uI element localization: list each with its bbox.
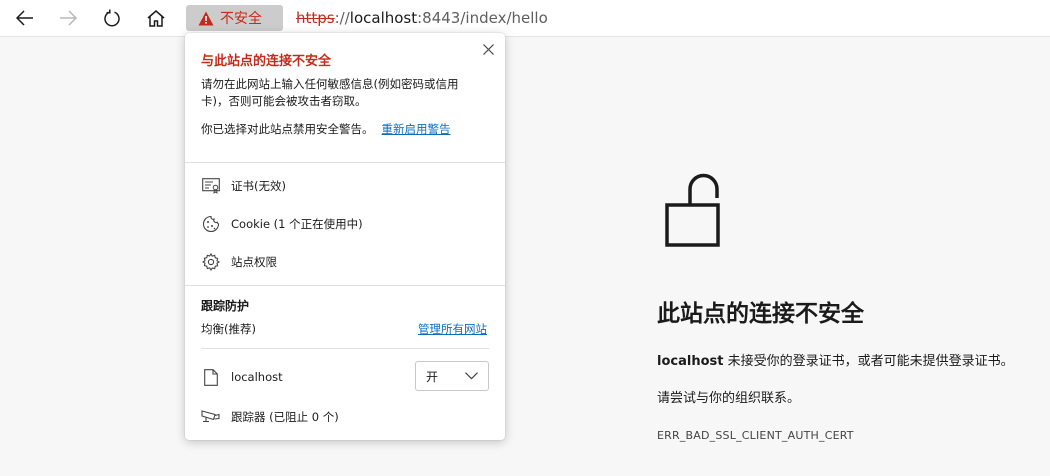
- error-message-text: 未接受你的登录证书，或者可能未提供登录证书。: [723, 354, 1014, 369]
- warning-icon: [198, 11, 214, 25]
- warnings-disabled-text: 你已选择对此站点禁用安全警告。: [201, 122, 374, 136]
- forward-button[interactable]: [53, 4, 83, 32]
- tracking-level: 均衡(推荐): [201, 322, 256, 336]
- certificate-icon: [201, 176, 221, 196]
- certificate-item[interactable]: 证书(无效): [201, 176, 286, 196]
- site-row: localhost: [201, 367, 283, 387]
- site-info-popup: 与此站点的连接不安全 请勿在此网站上输入任何敏感信息(例如密码或信用卡)，否则可…: [185, 33, 505, 440]
- divider: [201, 348, 489, 349]
- error-title: 此站点的连接不安全: [657, 301, 864, 327]
- certificate-label: 证书(无效): [231, 179, 286, 193]
- cookie-icon: [201, 214, 221, 234]
- tracker-camera-icon: [201, 407, 221, 427]
- gear-icon: [201, 252, 221, 272]
- warnings-disabled-note: 你已选择对此站点禁用安全警告。 重新启用警告: [201, 121, 451, 137]
- browser-toolbar: 不安全 https://localhost:8443/index/hello: [0, 0, 1050, 37]
- site-name: localhost: [231, 370, 283, 384]
- back-button[interactable]: [10, 4, 40, 32]
- tracking-toggle-select[interactable]: 开: [415, 361, 489, 391]
- reenable-warnings-link[interactable]: 重新启用警告: [382, 122, 451, 136]
- url-scheme: https: [296, 9, 335, 27]
- url-path: :8443/index/hello: [417, 9, 548, 27]
- not-secure-button[interactable]: 不安全: [186, 5, 283, 31]
- site-permissions-item[interactable]: 站点权限: [201, 252, 277, 272]
- divider: [185, 285, 505, 286]
- popup-title: 与此站点的连接不安全: [201, 54, 332, 69]
- tracking-prevention-title: 跟踪防护: [201, 299, 250, 313]
- refresh-icon: [104, 9, 120, 27]
- back-arrow-icon: [16, 10, 33, 26]
- trackers-label: 跟踪器 (已阻止 0 个): [231, 410, 339, 424]
- trackers-item[interactable]: 跟踪器 (已阻止 0 个): [201, 407, 339, 427]
- open-lock-icon: [665, 173, 720, 247]
- cookies-label: Cookie (1 个正在使用中): [231, 217, 363, 231]
- refresh-button[interactable]: [97, 4, 127, 32]
- popup-description: 请勿在此网站上输入任何敏感信息(例如密码或信用卡)，否则可能会被攻击者窃取。: [201, 77, 459, 108]
- home-icon: [147, 9, 165, 27]
- address-bar[interactable]: https://localhost:8443/index/hello: [296, 9, 548, 27]
- url-separator: ://: [334, 9, 350, 27]
- cookies-item[interactable]: Cookie (1 个正在使用中): [201, 214, 363, 234]
- site-permissions-label: 站点权限: [231, 255, 277, 269]
- home-button[interactable]: [141, 4, 171, 32]
- tracking-toggle-value: 开: [426, 369, 439, 384]
- not-secure-label: 不安全: [220, 11, 262, 27]
- error-code: ERR_BAD_SSL_CLIENT_AUTH_CERT: [657, 429, 854, 442]
- chevron-down-icon: [465, 372, 478, 380]
- url-host: localhost: [349, 9, 418, 27]
- close-icon: [482, 43, 494, 55]
- forward-arrow-icon: [60, 10, 77, 26]
- close-button[interactable]: [479, 40, 497, 58]
- error-message: localhost 未接受你的登录证书，或者可能未提供登录证书。: [657, 350, 1014, 369]
- page-icon: [201, 367, 221, 387]
- error-host: localhost: [657, 354, 724, 369]
- error-suggestion: 请尝试与你的组织联系。: [657, 391, 801, 406]
- divider: [185, 162, 505, 163]
- manage-all-sites-link[interactable]: 管理所有网站: [418, 321, 487, 337]
